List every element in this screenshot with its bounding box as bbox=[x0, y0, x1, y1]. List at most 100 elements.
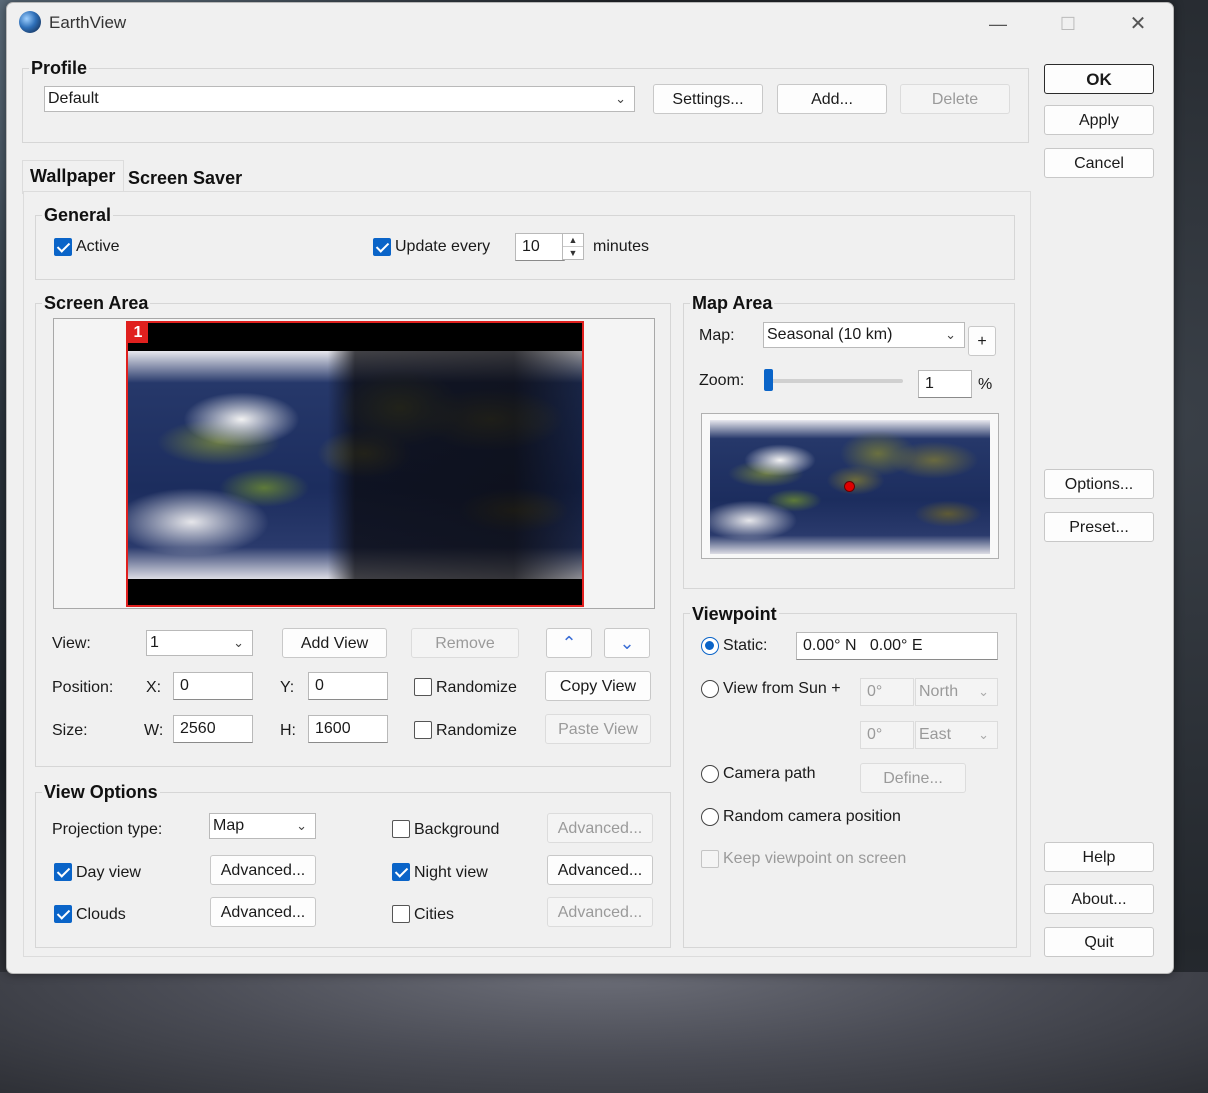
random-camera-label: Random camera position bbox=[723, 808, 901, 825]
randomize-position-checkbox[interactable] bbox=[414, 678, 432, 696]
move-up-button[interactable]: ⌃ bbox=[546, 628, 592, 658]
add-profile-button[interactable]: Add... bbox=[777, 84, 887, 114]
projection-type-label: Projection type: bbox=[52, 821, 163, 838]
sun-latitude-direction-select[interactable]: North ⌄ bbox=[915, 678, 998, 706]
static-coordinates-input[interactable]: 0.00° N 0.00° E bbox=[796, 632, 998, 660]
view-label: View: bbox=[52, 635, 91, 652]
cities-advanced-button[interactable]: Advanced... bbox=[547, 897, 653, 927]
apply-button[interactable]: Apply bbox=[1044, 105, 1154, 135]
projection-type-select[interactable]: Map ⌄ bbox=[209, 813, 316, 839]
day-view-advanced-button[interactable]: Advanced... bbox=[210, 855, 316, 885]
profile-select-value: Default bbox=[48, 90, 99, 107]
paste-view-button[interactable]: Paste View bbox=[545, 714, 651, 744]
background-checkbox[interactable] bbox=[392, 820, 410, 838]
cancel-button[interactable]: Cancel bbox=[1044, 148, 1154, 178]
map-select[interactable]: Seasonal (10 km) ⌄ bbox=[763, 322, 965, 348]
minimize-button[interactable]: — bbox=[975, 7, 1021, 41]
night-view-advanced-button[interactable]: Advanced... bbox=[547, 855, 653, 885]
sun-longitude-direction-value: East bbox=[919, 726, 952, 743]
quit-button[interactable]: Quit bbox=[1044, 927, 1154, 957]
add-view-button[interactable]: Add View bbox=[282, 628, 387, 658]
help-button[interactable]: Help bbox=[1044, 842, 1154, 872]
desktop-background bbox=[0, 972, 1208, 1093]
w-label: W: bbox=[144, 722, 164, 739]
randomize-size-checkbox[interactable] bbox=[414, 721, 432, 739]
x-label: X: bbox=[146, 679, 162, 696]
stepper-up-icon[interactable]: ▲ bbox=[563, 234, 583, 247]
view-select[interactable]: 1 ⌄ bbox=[146, 630, 253, 656]
zoom-input[interactable]: 1 bbox=[918, 370, 972, 398]
night-view-label: Night view bbox=[414, 864, 488, 881]
h-label: H: bbox=[280, 722, 296, 739]
earthview-window: EarthView — ☐ ✕ Profile Default ⌄ Settin… bbox=[6, 2, 1174, 974]
camera-path-radio[interactable] bbox=[701, 765, 719, 783]
background-advanced-button[interactable]: Advanced... bbox=[547, 813, 653, 843]
sun-latitude-input[interactable]: 0° bbox=[860, 678, 914, 706]
remove-view-button[interactable]: Remove bbox=[411, 628, 519, 658]
zoom-slider-thumb[interactable] bbox=[764, 369, 773, 391]
background-label: Background bbox=[414, 821, 500, 838]
keep-viewpoint-label: Keep viewpoint on screen bbox=[723, 850, 907, 867]
preset-button[interactable]: Preset... bbox=[1044, 512, 1154, 542]
delete-profile-button[interactable]: Delete bbox=[900, 84, 1010, 114]
window-title: EarthView bbox=[49, 13, 127, 32]
active-checkbox[interactable] bbox=[54, 238, 72, 256]
update-every-checkbox[interactable] bbox=[373, 238, 391, 256]
static-radio[interactable] bbox=[701, 637, 719, 655]
copy-view-button[interactable]: Copy View bbox=[545, 671, 651, 701]
options-button[interactable]: Options... bbox=[1044, 469, 1154, 499]
active-label: Active bbox=[76, 238, 120, 255]
ok-button[interactable]: OK bbox=[1044, 64, 1154, 94]
chevron-down-icon: ⌄ bbox=[233, 635, 244, 650]
position-x-input[interactable]: 0 bbox=[173, 672, 253, 700]
define-camera-path-button[interactable]: Define... bbox=[860, 763, 966, 793]
map-preview-frame bbox=[701, 413, 999, 559]
tab-wallpaper[interactable]: Wallpaper bbox=[30, 166, 115, 187]
map-select-value: Seasonal (10 km) bbox=[767, 326, 893, 343]
monitor-preview[interactable]: 1 bbox=[126, 321, 584, 607]
night-view-checkbox[interactable] bbox=[392, 863, 410, 881]
sun-longitude-direction-select[interactable]: East ⌄ bbox=[915, 721, 998, 749]
update-interval-stepper[interactable]: ▲ ▼ bbox=[562, 233, 584, 260]
position-label: Position: bbox=[52, 679, 114, 696]
view-options-group-label: View Options bbox=[42, 782, 160, 803]
chevron-up-icon: ⌃ bbox=[561, 633, 577, 653]
clouds-checkbox[interactable] bbox=[54, 905, 72, 923]
maximize-button[interactable]: ☐ bbox=[1045, 7, 1091, 41]
sun-longitude-input[interactable]: 0° bbox=[860, 721, 914, 749]
clouds-advanced-button[interactable]: Advanced... bbox=[210, 897, 316, 927]
stepper-down-icon[interactable]: ▼ bbox=[563, 247, 583, 259]
cities-checkbox[interactable] bbox=[392, 905, 410, 923]
about-button[interactable]: About... bbox=[1044, 884, 1154, 914]
size-w-input[interactable]: 2560 bbox=[173, 715, 253, 743]
static-label: Static: bbox=[723, 637, 768, 654]
settings-button[interactable]: Settings... bbox=[653, 84, 763, 114]
map-label: Map: bbox=[699, 327, 735, 344]
chevron-down-icon: ⌄ bbox=[978, 727, 989, 742]
viewpoint-group-label: Viewpoint bbox=[690, 604, 779, 625]
minutes-label: minutes bbox=[593, 238, 650, 255]
camera-path-label: Camera path bbox=[723, 765, 816, 782]
profile-select[interactable]: Default ⌄ bbox=[44, 86, 635, 112]
projection-type-value: Map bbox=[213, 817, 245, 834]
sun-latitude-direction-value: North bbox=[919, 683, 959, 700]
day-view-checkbox[interactable] bbox=[54, 863, 72, 881]
view-from-sun-label: View from Sun + bbox=[723, 680, 841, 697]
close-button[interactable]: ✕ bbox=[1115, 7, 1161, 41]
randomize-position-label: Randomize bbox=[436, 679, 517, 696]
zoom-slider-track[interactable] bbox=[765, 379, 903, 383]
night-shade bbox=[128, 351, 582, 579]
update-interval-input[interactable]: 10 bbox=[515, 233, 565, 261]
tab-screen-saver[interactable]: Screen Saver bbox=[128, 168, 242, 189]
move-down-button[interactable]: ⌄ bbox=[604, 628, 650, 658]
monitor-number-badge: 1 bbox=[128, 323, 148, 343]
day-view-label: Day view bbox=[76, 864, 141, 881]
profile-group-label: Profile bbox=[29, 58, 90, 79]
keep-viewpoint-checkbox[interactable] bbox=[701, 850, 719, 868]
view-from-sun-radio[interactable] bbox=[701, 680, 719, 698]
map-area-group-label: Map Area bbox=[690, 293, 775, 314]
position-y-input[interactable]: 0 bbox=[308, 672, 388, 700]
add-map-button[interactable]: + bbox=[968, 326, 996, 356]
random-camera-radio[interactable] bbox=[701, 808, 719, 826]
size-h-input[interactable]: 1600 bbox=[308, 715, 388, 743]
